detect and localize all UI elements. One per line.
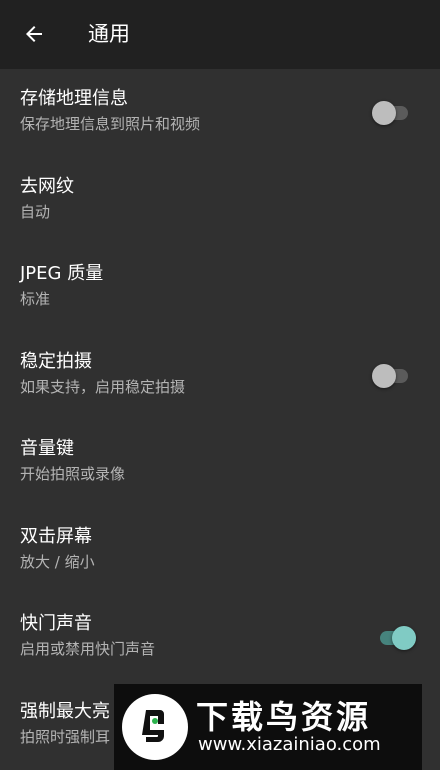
setting-volume-keys[interactable]: 音量键 开始拍照或录像 [0, 419, 440, 507]
setting-subtitle: 标准 [20, 290, 51, 308]
setting-store-location[interactable]: 存储地理信息 保存地理信息到照片和视频 [0, 69, 440, 157]
setting-title: 强制最大亮 [20, 700, 110, 722]
setting-subtitle: 自动 [20, 202, 51, 221]
shutter-sound-switch[interactable] [372, 625, 416, 651]
setting-title: 双击屏幕 [20, 525, 92, 547]
setting-shutter-sound[interactable]: 快门声音 启用或禁用快门声音 [0, 594, 440, 682]
switch-thumb [372, 101, 396, 125]
setting-title: 音量键 [20, 438, 74, 459]
page-title: 通用 [88, 22, 130, 46]
setting-subtitle: 拍照时强制耳 [20, 727, 111, 746]
setting-title: 存储地理信息 [20, 88, 128, 109]
bird-icon [142, 710, 164, 742]
watermark-overlay: 下载鸟资源 www.xiazainiao.com [114, 684, 422, 770]
setting-subtitle: 如果支持，启用稳定拍摄 [20, 377, 186, 396]
setting-subtitle: 保存地理信息到照片和视频 [20, 115, 201, 133]
setting-subtitle: 放大 / 缩小 [20, 552, 95, 571]
setting-title: JPEG 质量 [20, 263, 104, 284]
watermark-url: www.xiazainiao.com [198, 734, 381, 755]
setting-anti-banding[interactable]: 去网纹 自动 [0, 157, 440, 245]
switch-thumb [372, 363, 396, 388]
setting-title: 稳定拍摄 [20, 350, 92, 372]
arrow-left-icon [26, 26, 42, 42]
setting-stabilization[interactable]: 稳定拍摄 如果支持，启用稳定拍摄 [0, 332, 440, 420]
switch-thumb [392, 626, 416, 650]
store-location-switch[interactable] [372, 100, 416, 126]
stabilization-switch[interactable] [372, 363, 416, 389]
app-bar: 通用 [0, 0, 440, 69]
watermark-logo [122, 694, 188, 760]
setting-jpeg-quality[interactable]: JPEG 质量 标准 [0, 244, 440, 332]
setting-title: 快门声音 [20, 613, 92, 634]
back-button[interactable] [14, 14, 54, 54]
setting-title: 去网纹 [20, 175, 74, 197]
settings-list: 存储地理信息 保存地理信息到照片和视频 去网纹 自动 JPEG 质量 标准 稳定… [0, 69, 440, 769]
setting-double-tap[interactable]: 双击屏幕 放大 / 缩小 [0, 507, 440, 595]
setting-subtitle: 开始拍照或录像 [20, 465, 126, 483]
watermark-title: 下载鸟资源 [196, 698, 372, 736]
setting-subtitle: 启用或禁用快门声音 [20, 640, 156, 658]
